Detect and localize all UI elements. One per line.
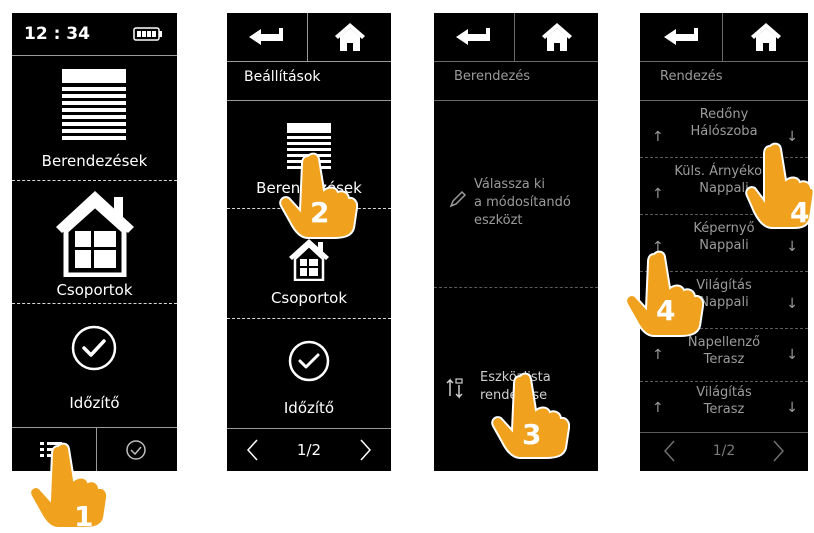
menu-item-idozito[interactable]: Időzítő [12, 304, 177, 422]
pointing-hand-step-4b: 4 [625, 250, 704, 337]
sort-icon [446, 378, 463, 399]
home-button[interactable] [515, 13, 598, 61]
home-icon [335, 23, 365, 51]
divider [434, 61, 598, 62]
menu-item-csoportok[interactable]: Csoportok [12, 181, 177, 303]
hint-line: a módosítandó [474, 195, 571, 210]
sort-row[interactable]: Világítás Terasz ↑ ↓ [640, 382, 808, 432]
clock-time: 12 : 34 [24, 24, 90, 44]
menu-item-idozito[interactable]: Időzítő [227, 319, 391, 427]
move-down-icon[interactable]: ↓ [786, 347, 798, 363]
shutter-icon [62, 69, 126, 140]
battery-icon [133, 27, 162, 41]
menu-item-label: Csoportok [56, 281, 133, 299]
pointing-hand-step-3: 3 [491, 372, 570, 459]
screen-settings: Beállítások Berendezések Csoportok [227, 13, 391, 471]
menu-item-label: Időzítő [283, 399, 335, 417]
pencil-icon [449, 190, 467, 208]
row-room: Terasz [703, 402, 745, 417]
select-device-option[interactable]: Válassza ki a módosítandó eszközt [434, 101, 598, 287]
hint-line: Válassza ki [474, 177, 546, 192]
pointing-hand-step-4a: 4 [745, 142, 814, 229]
move-down-icon[interactable]: ↓ [786, 239, 798, 255]
step-number: 4 [656, 294, 675, 327]
move-up-icon[interactable]: ↑ [652, 129, 664, 145]
back-arrow-icon [664, 28, 698, 45]
move-up-icon[interactable]: ↑ [652, 186, 664, 202]
house-icon [289, 239, 329, 281]
next-page-icon[interactable] [772, 439, 786, 463]
pager: 1/2 [640, 433, 808, 471]
page-title: Berendezés [454, 69, 531, 84]
top-bar [227, 13, 391, 61]
menu-item-berendezesek[interactable]: Berendezések [12, 56, 177, 180]
step-number: 1 [74, 500, 93, 530]
home-icon [751, 23, 781, 51]
pointing-hand-step-2: 2 [279, 152, 358, 239]
home-button[interactable] [723, 13, 808, 61]
menu-item-label: Berendezések [41, 152, 148, 170]
hint-line: eszközt [474, 213, 523, 228]
back-arrow-icon [249, 28, 283, 45]
screen-home: 12 : 34 Berendezések Csoportok Időzítő [12, 13, 177, 471]
back-button[interactable] [434, 13, 514, 61]
home-button[interactable] [308, 13, 391, 61]
move-down-icon[interactable]: ↓ [786, 400, 798, 416]
page-title: Beállítások [244, 69, 321, 85]
status-bar: 12 : 34 [12, 13, 177, 55]
move-up-icon[interactable]: ↑ [652, 347, 664, 363]
step-number: 4 [790, 196, 809, 229]
step-number: 2 [310, 196, 329, 229]
clock-check-icon [126, 440, 146, 460]
top-bar [640, 13, 808, 61]
divider [227, 61, 391, 62]
row-device: Világítás [696, 385, 752, 400]
next-page-icon[interactable] [359, 438, 373, 462]
menu-item-label: Időzítő [69, 394, 120, 412]
divider [640, 61, 808, 62]
timer-view-button[interactable] [97, 428, 177, 471]
row-room: Hálószoba [690, 124, 758, 139]
back-button[interactable] [227, 13, 307, 61]
move-down-icon[interactable]: ↓ [786, 296, 798, 312]
pointing-hand-step-1: 1 [29, 442, 108, 530]
row-room: Terasz [703, 352, 745, 367]
row-device: Redőny [699, 107, 749, 122]
page-title: Rendezés [660, 69, 723, 84]
top-bar [434, 13, 598, 61]
move-up-icon[interactable]: ↑ [652, 400, 664, 416]
menu-item-label: Csoportok [270, 289, 348, 307]
home-icon [542, 23, 572, 51]
back-arrow-icon [456, 28, 490, 45]
house-icon [56, 191, 134, 277]
back-button[interactable] [640, 13, 722, 61]
screen-sort: Rendezés Redőny Hálószoba ↑ ↓ Küls. Árny… [640, 13, 808, 471]
step-number: 3 [522, 418, 541, 451]
check-circle-icon [71, 325, 117, 371]
check-circle-icon [288, 340, 330, 382]
pager: 1/2 [227, 429, 391, 471]
